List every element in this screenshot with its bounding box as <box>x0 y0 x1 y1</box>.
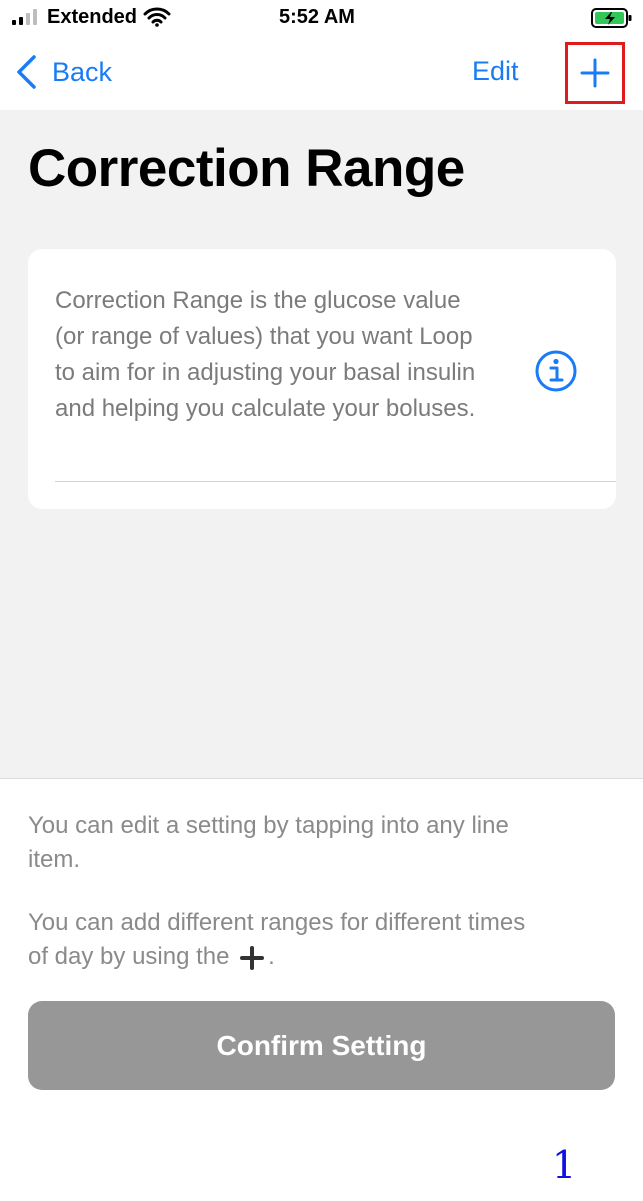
battery-charging-icon <box>591 8 632 28</box>
carrier-label: Extended <box>47 6 138 28</box>
add-button[interactable] <box>565 42 625 104</box>
edit-hint: You can edit a setting by tapping into a… <box>28 812 509 873</box>
status-bar: Extended 5:52 AM <box>0 0 643 38</box>
add-range-hint-text: You can add different ranges for differe… <box>28 909 526 970</box>
back-button[interactable]: Back <box>14 54 112 90</box>
add-range-hint-period: . <box>268 943 275 970</box>
status-time: 5:52 AM <box>279 6 355 28</box>
wifi-icon <box>143 7 171 27</box>
chevron-left-icon <box>17 55 36 89</box>
plus-icon <box>240 945 265 970</box>
add-range-hint: You can add different ranges for differe… <box>28 906 548 974</box>
setting-description: Correction Range is the glucose value (o… <box>55 287 476 422</box>
divider <box>55 481 616 482</box>
page-title: Correction Range <box>28 139 465 198</box>
bottom-panel: You can edit a setting by tapping into a… <box>0 778 643 1201</box>
back-label: Back <box>52 56 113 87</box>
info-circle-icon[interactable] <box>534 349 578 393</box>
confirm-setting-button[interactable]: Confirm Setting <box>28 1001 615 1090</box>
info-card[interactable]: Correction Range is the glucose value (o… <box>28 249 616 509</box>
plus-icon <box>580 58 610 88</box>
edit-button[interactable]: Edit <box>472 56 519 87</box>
navigation-bar: Back Edit <box>0 38 643 110</box>
page-number: 1 <box>552 1143 577 1187</box>
cellular-signal-icon <box>12 9 37 25</box>
